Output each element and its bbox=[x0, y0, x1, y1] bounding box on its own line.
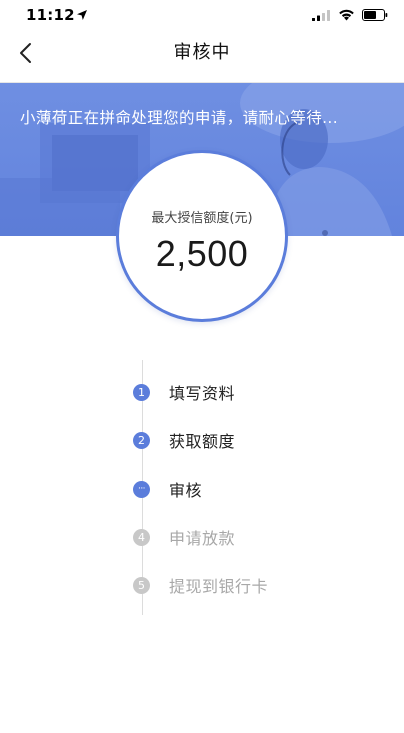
step-fill-info: 1 填写资料 bbox=[133, 381, 235, 403]
credit-limit-label: 最大授信额度(元) bbox=[151, 211, 253, 226]
banner-message: 小薄荷正在拼命处理您的申请，请耐心等待... bbox=[20, 109, 339, 127]
credit-limit-circle: 最大授信额度(元) 2,500 bbox=[116, 150, 288, 322]
step-apply-loan: 4 申请放款 bbox=[133, 526, 235, 548]
cellular-signal-icon bbox=[312, 10, 330, 21]
nav-bar: 审核中 bbox=[0, 32, 404, 83]
step-review: ··· 审核 bbox=[133, 478, 202, 500]
step-label: 获取额度 bbox=[169, 432, 236, 451]
credit-limit-amount: 2,500 bbox=[155, 233, 249, 274]
step-label: 提现到银行卡 bbox=[169, 577, 269, 596]
step-label: 填写资料 bbox=[169, 384, 236, 403]
status-bar: 11:12 bbox=[0, 0, 404, 32]
wifi-icon bbox=[339, 9, 354, 21]
step-marker: 1 bbox=[133, 383, 150, 401]
battery-icon bbox=[362, 9, 388, 21]
step-marker: 2 bbox=[133, 431, 150, 449]
step-marker: 4 bbox=[133, 528, 150, 546]
step-label: 申请放款 bbox=[169, 529, 236, 548]
progress-steps: 1 填写资料 2 获取额度 ··· 审核 4 申请放款 5 提现到银行卡 bbox=[0, 360, 404, 620]
status-time: 11:12 bbox=[26, 6, 75, 24]
location-arrow-icon bbox=[77, 10, 87, 20]
page-title: 审核中 bbox=[173, 42, 231, 63]
step-label: 审核 bbox=[169, 481, 203, 500]
step-get-credit: 2 获取额度 bbox=[133, 429, 235, 451]
step-marker: 5 bbox=[133, 576, 150, 594]
step-marker: ··· bbox=[133, 480, 150, 498]
step-withdraw-to-card: 5 提现到银行卡 bbox=[133, 574, 268, 596]
